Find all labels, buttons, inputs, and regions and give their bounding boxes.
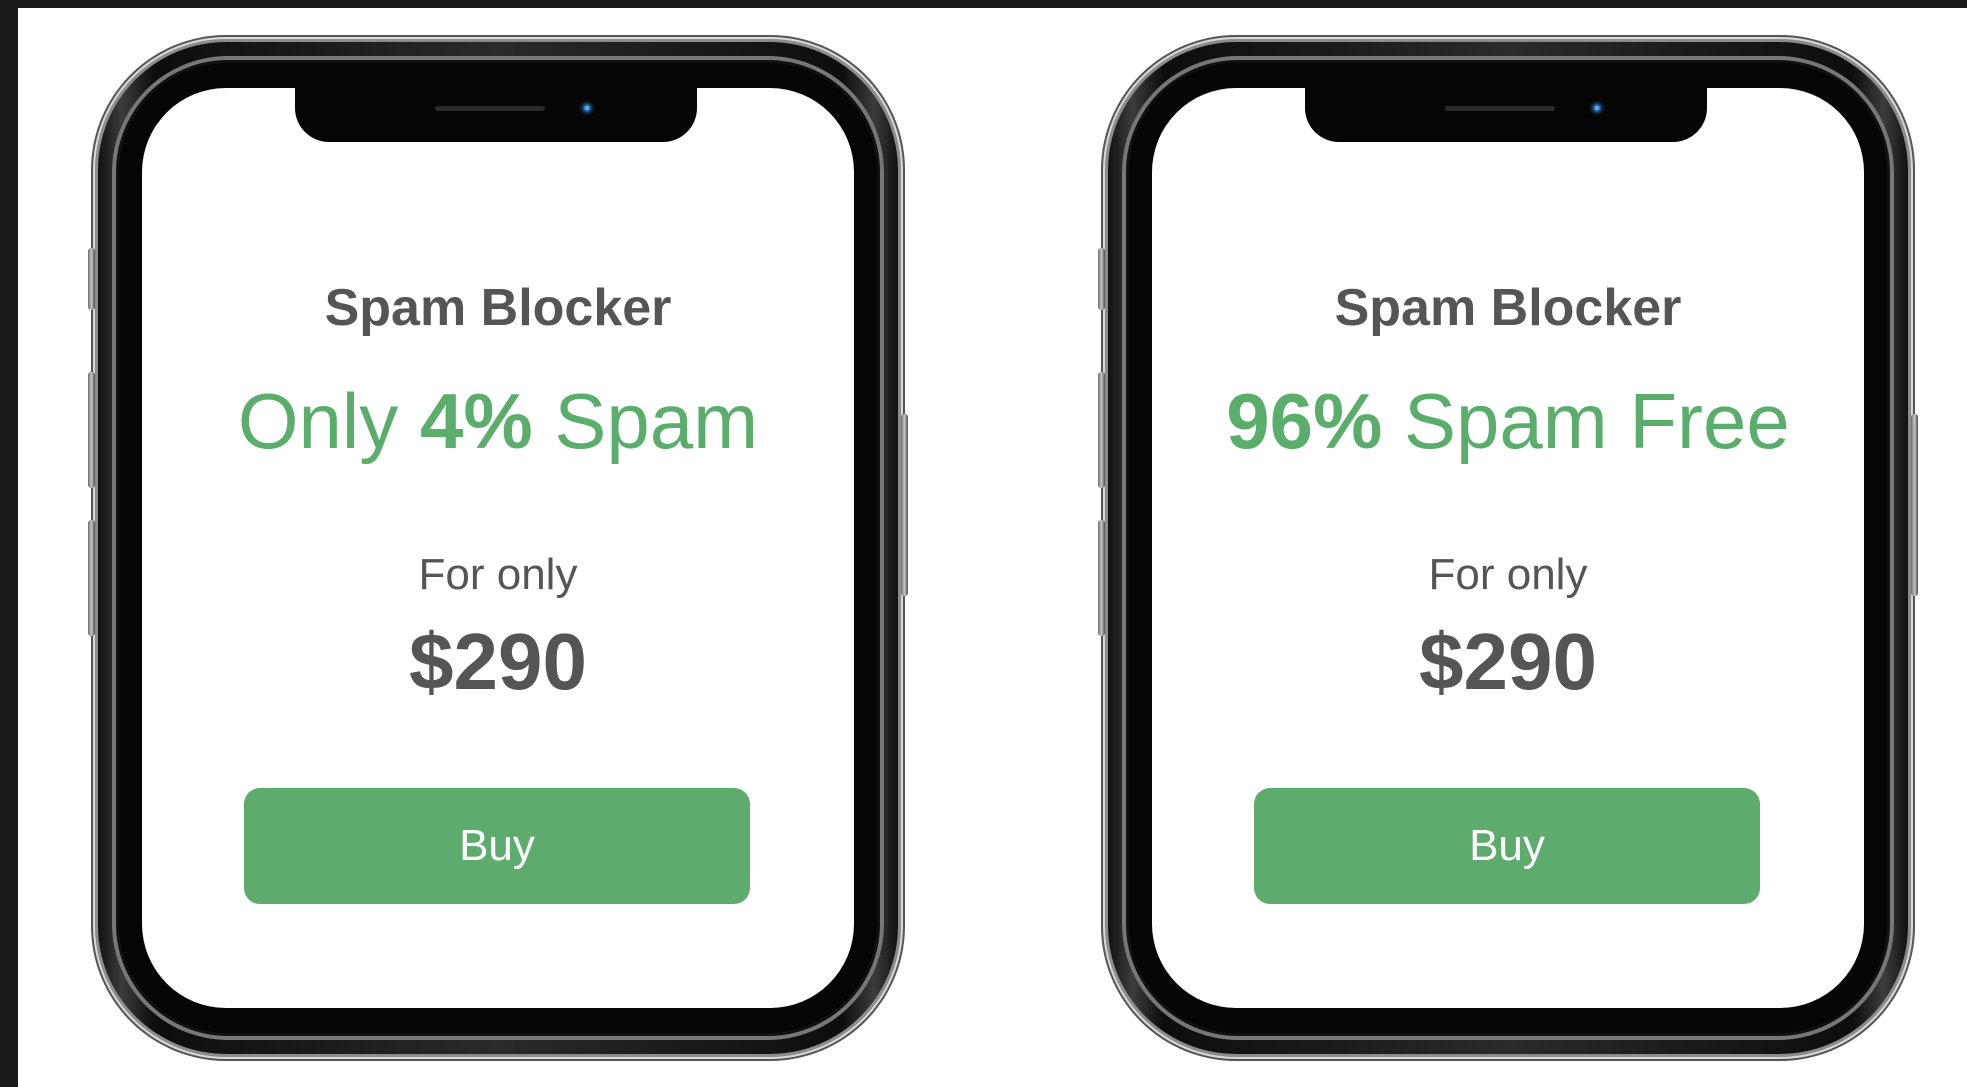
headline: 96% Spam Free (1152, 376, 1864, 467)
speaker-icon (435, 106, 545, 111)
price-value: $290 (409, 617, 587, 706)
phone-right-volume-down (1098, 520, 1105, 636)
phone-left-screen: Spam Blocker Only 4% Spam For only $290 … (142, 88, 854, 1008)
headline-prefix: Only (237, 377, 420, 465)
phone-mockup-left: Spam Blocker Only 4% Spam For only $290 … (88, 42, 908, 1054)
phone-mockup-right: Spam Blocker 96% Spam Free For only $290… (1098, 42, 1918, 1054)
headline: Only 4% Spam (142, 376, 854, 467)
phone-left-notch (295, 88, 697, 142)
headline-percentage: 4% (419, 377, 533, 465)
camera-icon (1589, 100, 1605, 116)
phone-right-power-button (1911, 414, 1918, 596)
headline-percentage: 96% (1226, 377, 1383, 465)
headline-suffix: Spam Free (1382, 377, 1790, 465)
buy-button[interactable]: Buy (244, 788, 750, 904)
camera-icon (579, 100, 595, 116)
comparison-canvas: Spam Blocker Only 4% Spam For only $290 … (18, 8, 1967, 1087)
phone-right-notch (1305, 88, 1707, 142)
phone-right-screen: Spam Blocker 96% Spam Free For only $290… (1152, 88, 1864, 1008)
buy-button[interactable]: Buy (1254, 788, 1760, 904)
phone-left-volume-up (88, 372, 95, 488)
price-value: $290 (1419, 617, 1597, 706)
phone-left-power-button (901, 414, 908, 596)
phone-left-volume-down (88, 520, 95, 636)
price-label: For only (418, 550, 578, 599)
phone-left-silent-switch (88, 248, 95, 310)
app-title: Spam Blocker (324, 279, 672, 337)
speaker-icon (1445, 106, 1555, 111)
app-title: Spam Blocker (1334, 279, 1682, 337)
phone-right-volume-up (1098, 372, 1105, 488)
price-label: For only (1428, 550, 1588, 599)
headline-suffix: Spam (532, 377, 759, 465)
phone-right-silent-switch (1098, 248, 1105, 310)
